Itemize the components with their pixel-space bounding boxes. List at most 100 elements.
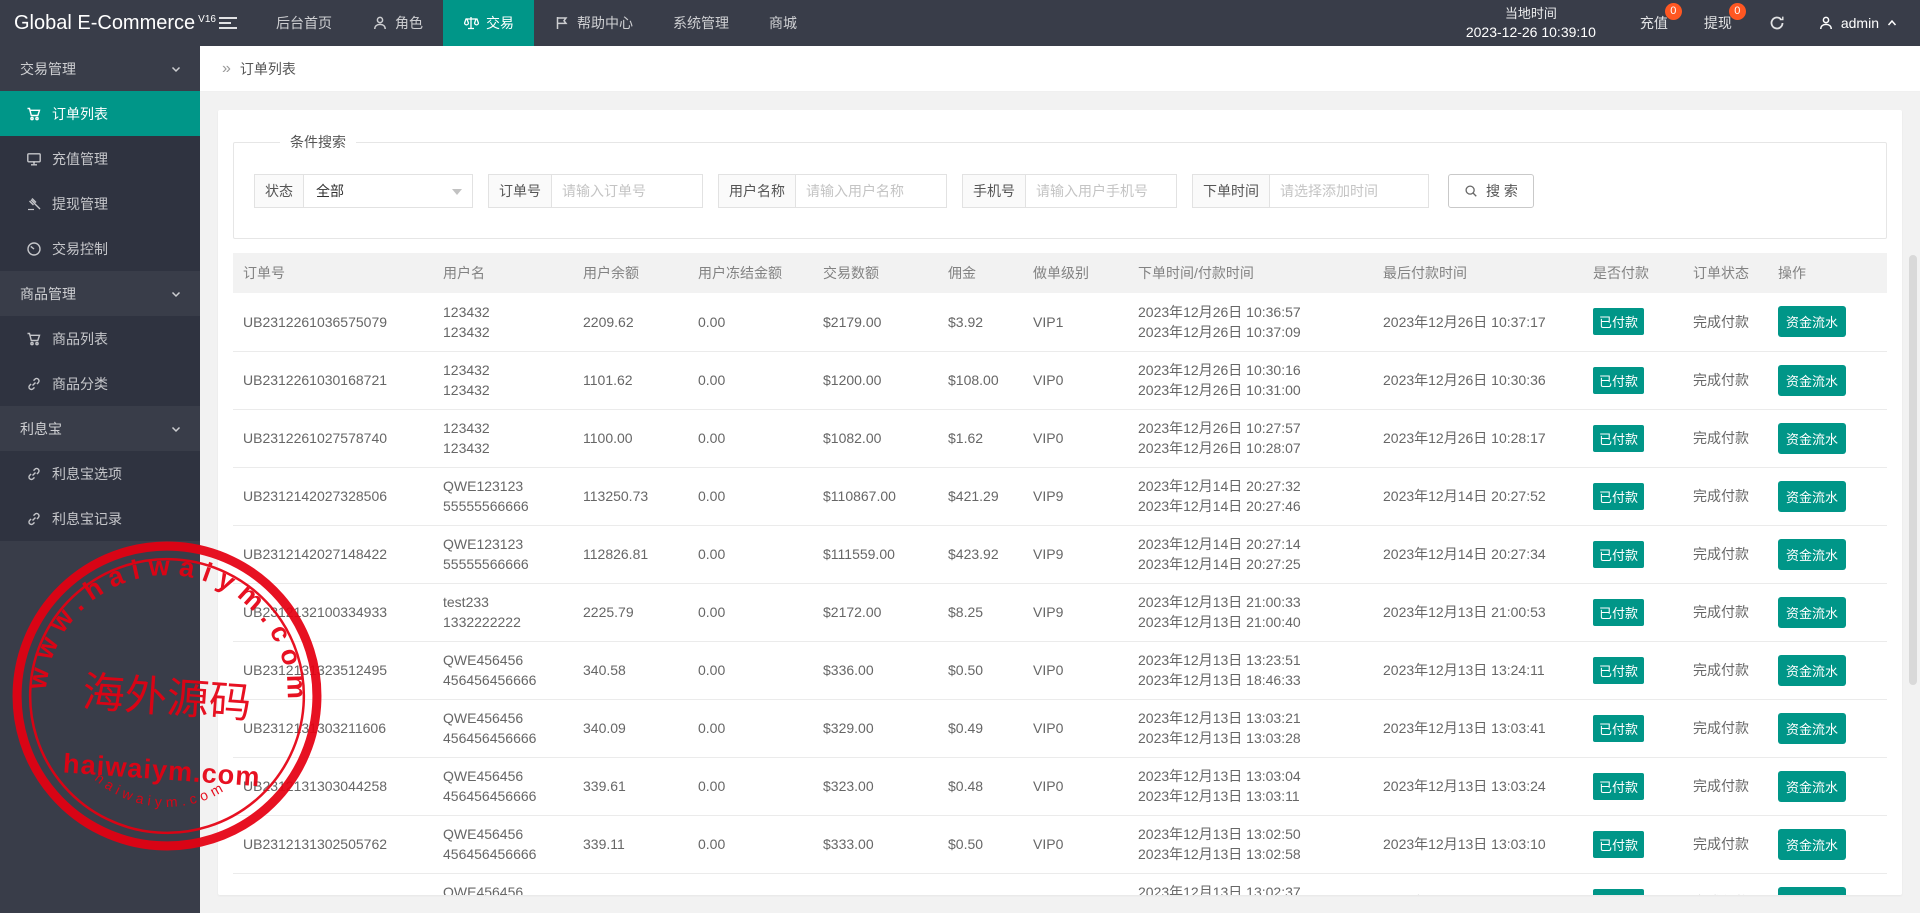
cell-status: 完成付款 [1683, 641, 1768, 700]
nav-label: 后台首页 [276, 15, 332, 31]
cell-actions: 资金流水 [1768, 699, 1887, 758]
table-row: UB2312142027328506 QWE123123 55555566666… [233, 467, 1887, 526]
username-line1: QWE456456 [443, 652, 524, 668]
col-username: 用户名 [433, 253, 573, 293]
fund-flow-button[interactable]: 资金流水 [1778, 480, 1847, 512]
search-button[interactable]: 搜 索 [1448, 174, 1534, 208]
nav-item-mall[interactable]: 商城 [749, 0, 817, 46]
fund-flow-button[interactable]: 资金流水 [1778, 422, 1847, 454]
pay-time: 2023年12月13日 13:03:11 [1138, 788, 1300, 804]
screen-icon [27, 152, 41, 165]
order-no-label: 订单号 [488, 174, 552, 208]
cell-paid: 已付款 [1583, 815, 1683, 874]
sidebar-submenu-trade: 订单列表 充值管理 提现管理 交易控制 [0, 91, 200, 271]
refresh-button[interactable] [1750, 0, 1804, 46]
filter-bar: 状态 全部 订单号 用户名称 手机号 [254, 174, 1866, 208]
sidebar-group-label: 交易管理 [20, 60, 76, 77]
chevron-down-icon [171, 66, 181, 72]
cell-level: VIP1 [1023, 293, 1128, 352]
page-title: 订单列表 [239, 60, 296, 77]
pay-time: 2023年12月26日 10:31:00 [1138, 382, 1301, 398]
cell-balance: 2225.79 [573, 583, 688, 642]
cell-paid: 已付款 [1583, 757, 1683, 816]
fund-flow-button[interactable]: 资金流水 [1778, 654, 1847, 686]
col-frozen: 用户冻结金额 [688, 253, 813, 293]
nav-item-system[interactable]: 系统管理 [653, 0, 749, 46]
sidebar-item-goods-category[interactable]: 商品分类 [0, 361, 200, 406]
filter-order-time: 下单时间 [1192, 174, 1429, 208]
user-menu[interactable]: admin [1804, 15, 1920, 31]
sidebar-group-trade-mgmt[interactable]: 交易管理 [0, 46, 200, 91]
status-select[interactable]: 全部 [303, 174, 473, 208]
cell-username: QWE456456 456456456666 [433, 641, 573, 700]
username-line2: 123432 [443, 382, 490, 398]
cell-last-pay-time: 2023年12月14日 20:27:52 [1373, 467, 1583, 526]
cell-last-pay-time: 2023年12月13日 13:03:10 [1373, 815, 1583, 874]
username-line2: 456456456666 [443, 788, 537, 804]
fund-flow-button[interactable]: 资金流水 [1778, 306, 1847, 338]
cell-username: QWE456456 456456456666 [433, 699, 573, 758]
fund-flow-button[interactable]: 资金流水 [1778, 886, 1847, 895]
username: admin [1840, 15, 1879, 31]
nav-item-dashboard[interactable]: 后台首页 [256, 0, 352, 46]
cell-order-pay-time: 2023年12月26日 10:30:16 2023年12月26日 10:31:0… [1128, 351, 1373, 410]
cell-order-pay-time: 2023年12月14日 20:27:14 2023年12月14日 20:27:2… [1128, 525, 1373, 584]
fund-flow-button[interactable]: 资金流水 [1778, 538, 1847, 570]
username-input[interactable] [795, 174, 947, 208]
nav-item-help-center[interactable]: 帮助中心 [534, 0, 653, 46]
table-row: UB2312261027578740 123432 123432 1100.00… [233, 409, 1887, 468]
phone-input[interactable] [1025, 174, 1177, 208]
sidebar-group-interest[interactable]: 利息宝 [0, 406, 200, 451]
scrollbar-thumb[interactable] [1909, 255, 1917, 685]
cell-amount: $2179.00 [813, 293, 938, 352]
cell-commission: $0.48 [938, 757, 1023, 816]
fund-flow-button[interactable]: 资金流水 [1778, 828, 1847, 860]
cell-username: QWE123123 55555566666 [433, 467, 573, 526]
order-time-label: 下单时间 [1192, 174, 1270, 208]
fund-flow-button[interactable]: 资金流水 [1778, 596, 1847, 628]
cell-amount: $333.00 [813, 815, 938, 874]
sidebar-item-order-list[interactable]: 订单列表 [0, 91, 200, 136]
recharge-button[interactable]: 充值 0 [1622, 0, 1686, 46]
main-content: » 订单列表 条件搜索 状态 全部 订单号 用户名称 [200, 46, 1920, 913]
table-row: UB2312131302377486 QWE456456 45645645666… [233, 873, 1887, 895]
nav-label: 系统管理 [673, 15, 729, 31]
cell-actions: 资金流水 [1768, 873, 1887, 895]
cell-order-no: UB2312131303211606 [233, 699, 433, 758]
nav-item-roles[interactable]: 角色 [352, 0, 443, 46]
fund-flow-button[interactable]: 资金流水 [1778, 364, 1847, 396]
cell-commission: $421.29 [938, 467, 1023, 526]
link-icon [28, 467, 40, 480]
order-time: 2023年12月13日 13:03:21 [1138, 710, 1301, 726]
sidebar-group-goods-mgmt[interactable]: 商品管理 [0, 271, 200, 316]
cell-actions: 资金流水 [1768, 757, 1887, 816]
status-select-value: 全部 [316, 183, 344, 199]
sidebar-item-withdraw-mgmt[interactable]: 提现管理 [0, 181, 200, 226]
withdraw-button[interactable]: 提现 0 [1686, 0, 1750, 46]
local-time-label: 当地时间 [1504, 6, 1557, 21]
fund-flow-button[interactable]: 资金流水 [1778, 712, 1847, 744]
topbar-right: 当地时间 2023-12-26 10:39:10 充值 0 提现 0 admin [1440, 0, 1920, 46]
fund-flow-button[interactable]: 资金流水 [1778, 770, 1847, 802]
order-time-input[interactable] [1269, 174, 1429, 208]
cell-paid: 已付款 [1583, 293, 1683, 352]
cell-frozen: 0.00 [688, 525, 813, 584]
sidebar-item-goods-list[interactable]: 商品列表 [0, 316, 200, 361]
order-no-input[interactable] [551, 174, 703, 208]
cell-order-pay-time: 2023年12月13日 13:03:04 2023年12月13日 13:03:1… [1128, 757, 1373, 816]
col-level: 做单级别 [1023, 253, 1128, 293]
cell-commission: $0.50 [938, 815, 1023, 874]
app-version: V16 [198, 13, 216, 25]
sidebar-item-interest-options[interactable]: 利息宝选项 [0, 451, 200, 496]
local-time: 当地时间 2023-12-26 10:39:10 [1440, 5, 1622, 41]
sidebar-item-trade-control[interactable]: 交易控制 [0, 226, 200, 271]
col-actions: 操作 [1768, 253, 1887, 293]
nav-item-trade[interactable]: 交易 [443, 0, 534, 46]
sidebar: 交易管理 订单列表 充值管理 提现管理 交易控制 商品管理 商品列表 商品分类 … [0, 46, 200, 913]
filter-status: 状态 全部 [254, 174, 473, 208]
cart-icon [27, 332, 41, 345]
sidebar-item-recharge-mgmt[interactable]: 充值管理 [0, 136, 200, 181]
withdraw-label: 提现 [1703, 15, 1732, 31]
cell-username: QWE456456 456456456666 [433, 815, 573, 874]
sidebar-item-interest-records[interactable]: 利息宝记录 [0, 496, 200, 541]
